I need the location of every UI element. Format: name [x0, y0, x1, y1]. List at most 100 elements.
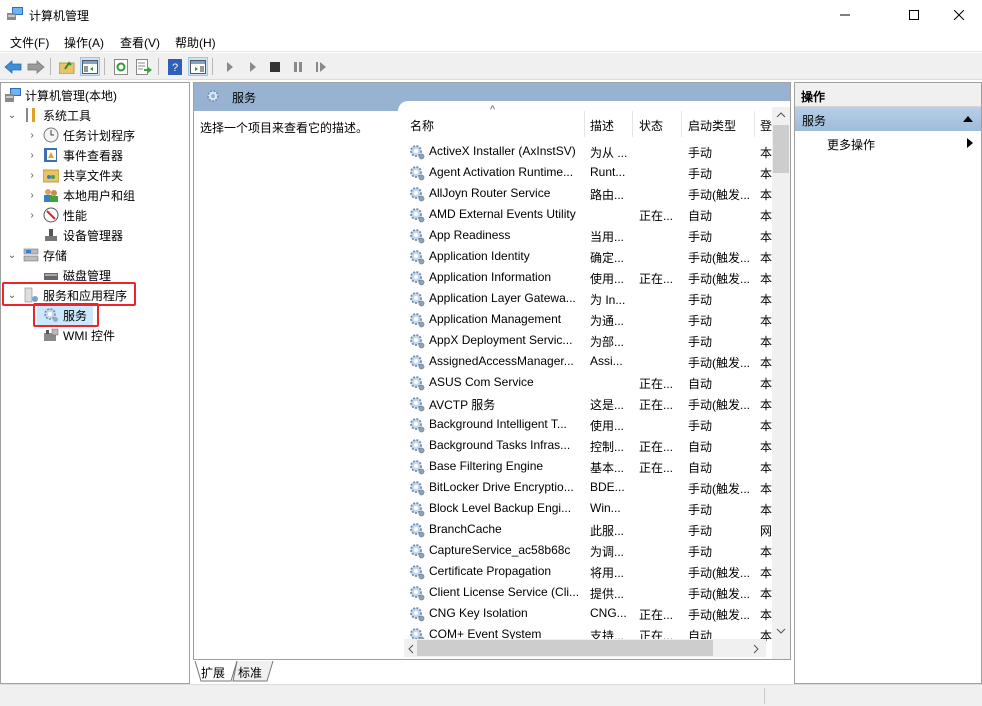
tree-item-device-manager[interactable]: 设备管理器 [43, 225, 123, 245]
tab-extended[interactable]: 扩展 [193, 661, 233, 683]
tree-item-task-scheduler[interactable]: › 任务计划程序 [27, 125, 135, 145]
menu-view[interactable]: 查看(V) [120, 34, 160, 51]
tree-item-event-viewer[interactable]: › 事件查看器 [27, 145, 123, 165]
service-row[interactable]: Base Filtering Engine 基本... 正在... 自动 本 [398, 456, 772, 477]
service-logon-as: 本 [760, 209, 772, 223]
chevron-down-icon[interactable]: ⌄ [7, 250, 17, 261]
service-startup-type: 手动(触发... [688, 356, 750, 370]
service-description: 此服... [590, 524, 625, 538]
service-description: 这是... [590, 398, 625, 412]
help-button[interactable]: ? [165, 57, 185, 76]
service-name: Certificate Propagation [429, 564, 552, 578]
service-row[interactable]: AllJoyn Router Service 路由... 手动(触发... 本 [398, 183, 772, 204]
maximize-button[interactable] [891, 0, 937, 30]
tab-standard[interactable]: 标准 [230, 661, 270, 683]
service-gear-icon [410, 523, 425, 538]
vertical-scrollbar[interactable] [772, 107, 790, 659]
actions-section-services[interactable]: 服务 [795, 107, 981, 131]
column-divider[interactable] [681, 111, 682, 137]
service-row[interactable]: CNG Key Isolation CNG... 正在... 手动(触发... 本 [398, 603, 772, 624]
tree-item-wmi-control[interactable]: WMI 控件 [43, 325, 115, 345]
service-row[interactable]: ActiveX Installer (AxInstSV) 为从 ... 手动 本 [398, 141, 772, 162]
column-header-status[interactable]: 状态 [639, 117, 663, 134]
export-list-button[interactable] [134, 57, 154, 76]
service-row[interactable]: Block Level Backup Engi... Win... 手动 本 [398, 498, 772, 519]
scroll-up-icon[interactable] [776, 111, 786, 119]
service-startup-type: 自动 [688, 209, 713, 223]
horizontal-scroll-thumb[interactable] [417, 640, 713, 656]
services-list: ^ 名称 描述 状态 启动类型 登 ActiveX Installer (AxI… [398, 101, 790, 659]
forward-arrow-icon [27, 59, 45, 74]
tree-item-performance[interactable]: › 性能 [27, 205, 87, 225]
column-header-logon-as[interactable]: 登 [760, 117, 772, 134]
stop-service-button[interactable] [265, 57, 285, 76]
service-gear-icon [410, 355, 425, 370]
column-header-startup-type[interactable]: 启动类型 [688, 117, 736, 134]
tree-item-system-tools[interactable]: ⌄ 系统工具 [7, 105, 91, 125]
menu-help[interactable]: 帮助(H) [175, 34, 216, 51]
service-row[interactable]: Application Information 使用... 正在... 手动(触发..… [398, 267, 772, 288]
minimize-button[interactable] [822, 0, 868, 30]
column-header-name[interactable]: 名称 [410, 117, 434, 134]
tree-item-local-users-groups[interactable]: › 本地用户和组 [27, 185, 135, 205]
service-row[interactable]: CaptureService_ac58b68c 为调... 手动 本 [398, 540, 772, 561]
service-row[interactable]: AssignedAccessManager... Assi... 手动(触发... 本 [398, 351, 772, 372]
up-one-level-button[interactable] [57, 57, 77, 76]
show-hide-console-tree-button[interactable] [80, 57, 100, 76]
service-row[interactable]: Application Identity 确定... 手动(触发... 本 [398, 246, 772, 267]
tree-item-label: 事件查看器 [63, 148, 124, 163]
actions-item-more-actions[interactable]: 更多操作 [795, 131, 981, 155]
chevron-right-icon[interactable]: › [27, 130, 37, 141]
resume-service-button[interactable] [311, 57, 331, 76]
start-service-alt-button[interactable] [243, 57, 263, 76]
service-startup-type: 手动(触发... [688, 272, 750, 286]
more-actions-label: 更多操作 [827, 138, 876, 152]
refresh-button[interactable] [111, 57, 131, 76]
menu-file[interactable]: 文件(F) [10, 34, 49, 51]
toolbar-separator [158, 58, 159, 75]
chevron-right-icon[interactable]: › [27, 190, 37, 201]
scroll-down-icon[interactable] [776, 627, 786, 635]
chevron-right-icon[interactable]: › [27, 150, 37, 161]
tree-root[interactable]: 计算机管理(本地) [5, 85, 117, 105]
close-button[interactable] [936, 0, 982, 30]
service-row[interactable]: AMD External Events Utility 正在... 自动 本 [398, 204, 772, 225]
service-description: Runt... [590, 165, 626, 179]
horizontal-scrollbar[interactable] [404, 639, 766, 657]
scroll-left-icon[interactable] [407, 644, 415, 654]
service-row[interactable]: BranchCache 此服... 手动 网 [398, 519, 772, 540]
back-button[interactable] [3, 57, 23, 76]
service-row[interactable]: Background Tasks Infras... 控制... 正在... 自动 本 [398, 435, 772, 456]
service-row[interactable]: AppX Deployment Servic... 为部... 手动 本 [398, 330, 772, 351]
menu-action[interactable]: 操作(A) [64, 34, 104, 51]
vertical-scroll-thumb[interactable] [773, 125, 789, 173]
tree-item-storage[interactable]: ⌄ 存储 [7, 245, 67, 265]
column-divider[interactable] [584, 111, 585, 137]
chevron-right-icon[interactable]: › [27, 170, 37, 181]
service-row[interactable]: Client License Service (Cli... 提供... 手动(触发… [398, 582, 772, 603]
column-divider[interactable] [632, 111, 633, 137]
service-row[interactable]: App Readiness 当用... 手动 本 [398, 225, 772, 246]
chevron-right-icon[interactable]: › [27, 210, 37, 221]
service-row[interactable]: BitLocker Drive Encryptio... BDE... 手动(触发.… [398, 477, 772, 498]
service-row[interactable]: Application Management 为通... 手动 本 [398, 309, 772, 330]
service-row[interactable]: Application Layer Gatewa... 为 In... 手动 本 [398, 288, 772, 309]
service-row[interactable]: Agent Activation Runtime... Runt... 手动 本 [398, 162, 772, 183]
scroll-right-icon[interactable] [752, 644, 760, 654]
service-gear-icon [410, 334, 425, 349]
collapse-up-icon[interactable] [963, 116, 973, 122]
column-header-description[interactable]: 描述 [590, 117, 614, 134]
forward-button[interactable] [26, 57, 46, 76]
start-service-button[interactable] [220, 57, 240, 76]
service-row[interactable]: ASUS Com Service 正在... 自动 本 [398, 372, 772, 393]
service-row[interactable]: Background Intelligent T... 使用... 手动 本 [398, 414, 772, 435]
service-row[interactable]: Certificate Propagation 将用... 手动(触发... 本 [398, 561, 772, 582]
pause-service-button[interactable] [288, 57, 308, 76]
service-logon-as: 本 [760, 146, 772, 160]
service-row[interactable]: AVCTP 服务 这是... 正在... 手动(触发... 本 [398, 393, 772, 414]
column-divider[interactable] [754, 111, 755, 137]
chevron-down-icon[interactable]: ⌄ [7, 110, 17, 121]
tree-item-shared-folders[interactable]: › 共享文件夹 [27, 165, 123, 185]
service-gear-icon [410, 292, 425, 307]
show-hide-action-pane-button[interactable] [188, 57, 208, 76]
